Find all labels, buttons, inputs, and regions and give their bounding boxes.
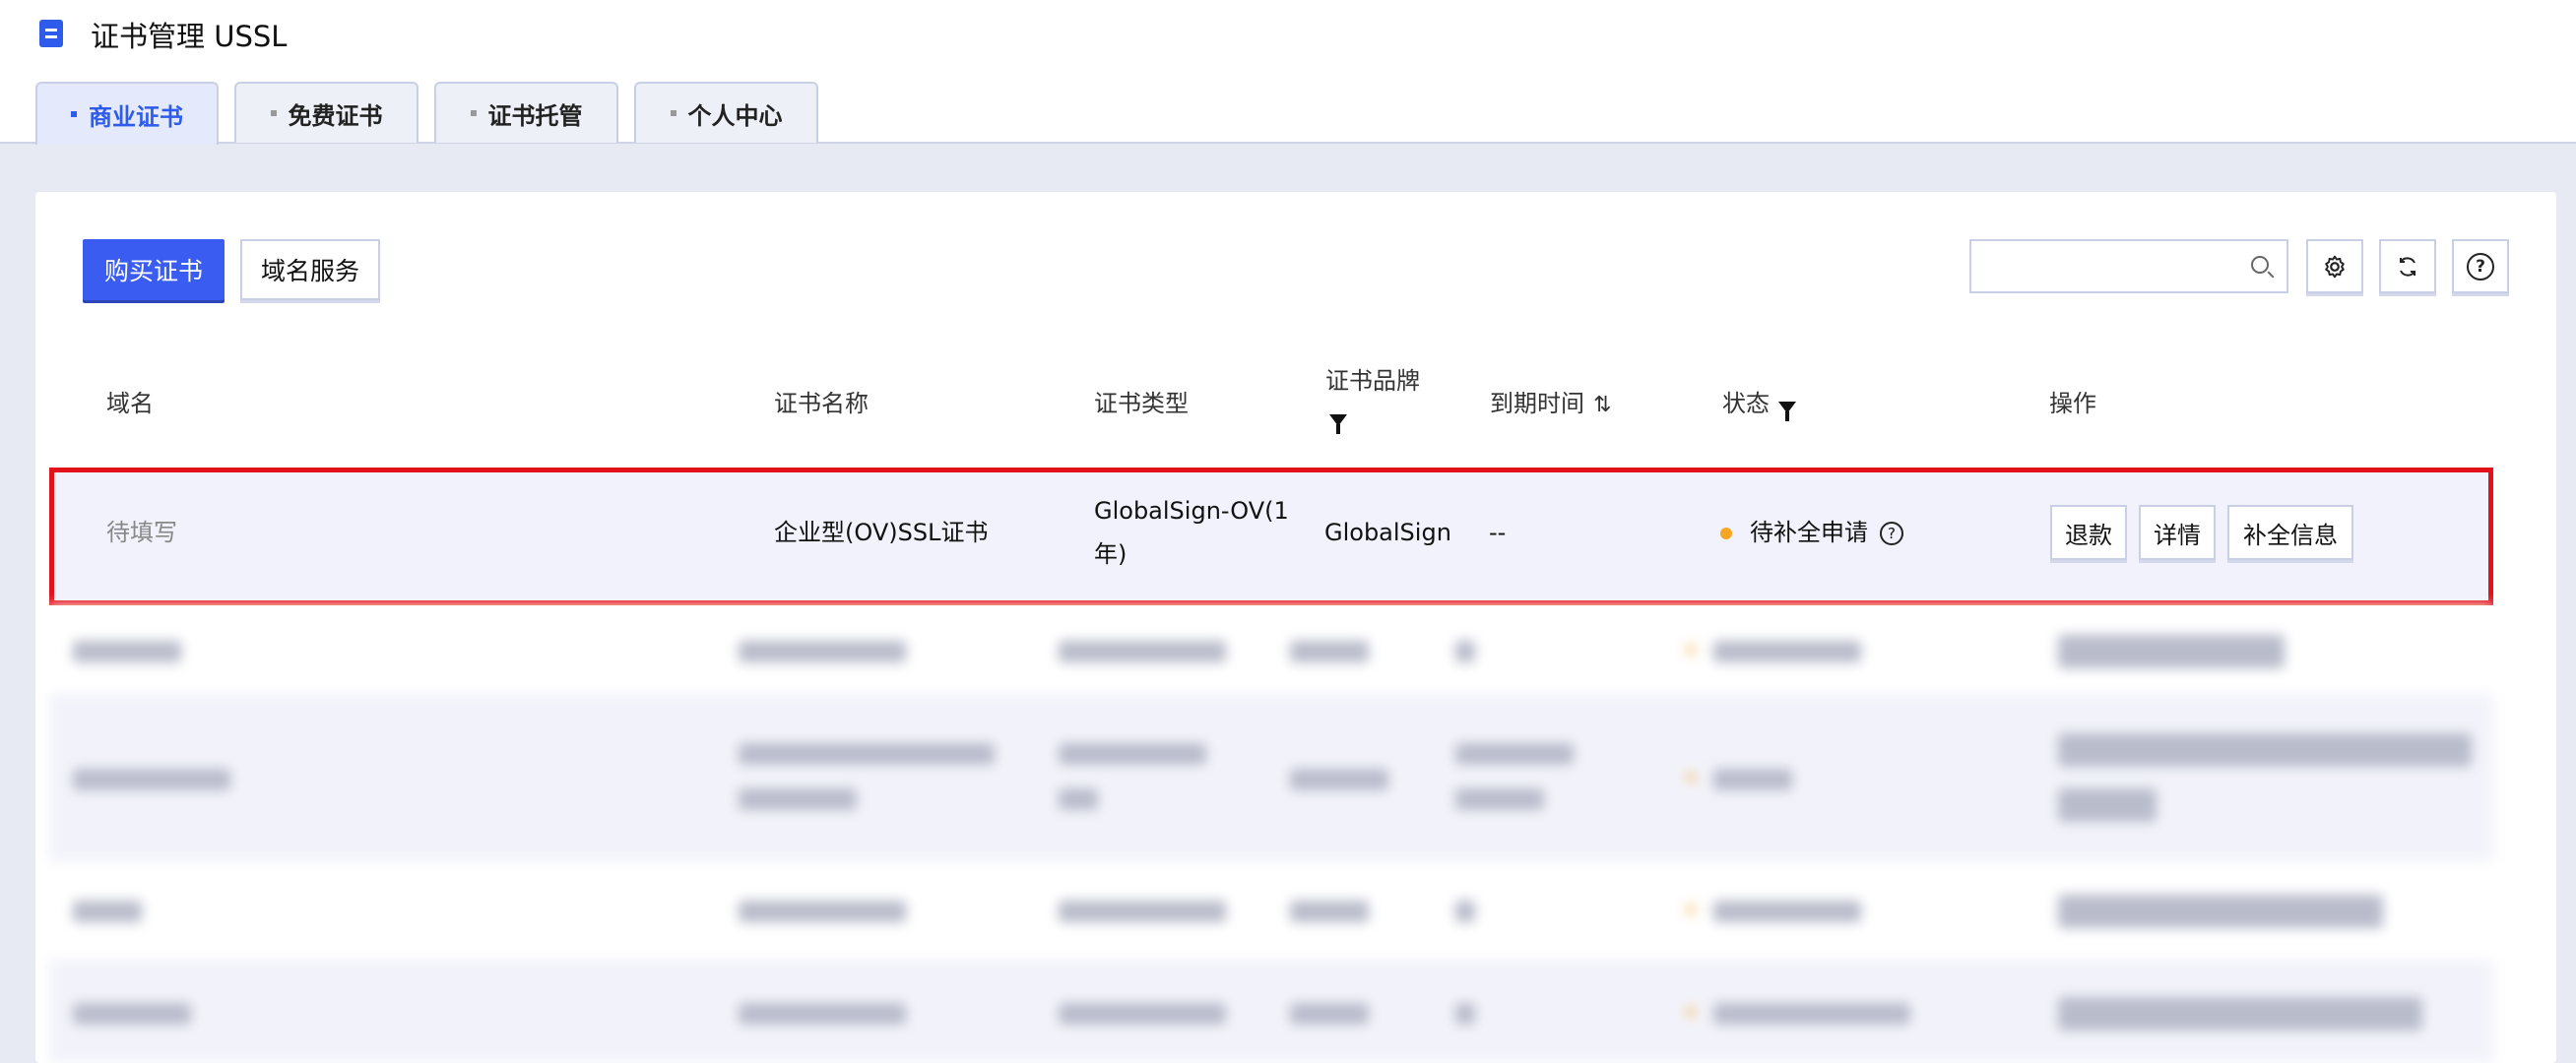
cell-status: 待补全申请?: [1720, 511, 1903, 554]
table-row: [49, 861, 2493, 960]
tab-dot-icon: [71, 111, 77, 117]
tab-cert-hosting[interactable]: 证书托管: [434, 82, 618, 143]
buy-cert-button[interactable]: 购买证书: [83, 239, 225, 300]
refresh-icon: [2400, 256, 2415, 277]
tab-dot-icon: [270, 110, 277, 116]
tab-label: 证书托管: [487, 101, 583, 130]
complete-info-button[interactable]: 补全信息: [2227, 505, 2353, 560]
column-header-brand: 证书品牌: [1325, 367, 1420, 395]
blurred-table-rows: [49, 605, 2493, 1063]
content-panel: 购买证书 域名服务 ? 域名 证书名称 证书类型 证书品牌 到期时间 ⇅ 状态 …: [35, 192, 2556, 1063]
column-header-expiry: 到期时间: [1490, 390, 1584, 417]
help-button[interactable]: ?: [2452, 239, 2509, 293]
column-header-status: 状态: [1722, 390, 1770, 417]
gear-icon: [2325, 255, 2345, 278]
column-header-status-cell: 状态: [1722, 384, 1797, 421]
table-row: [49, 694, 2493, 861]
filter-icon: [1329, 413, 1347, 434]
refund-button[interactable]: 退款: [2050, 505, 2127, 560]
status-dot-icon: [1720, 528, 1732, 539]
brand-filter[interactable]: [1329, 409, 1420, 434]
search-icon: [2251, 256, 2269, 274]
domain-service-button[interactable]: 域名服务: [240, 239, 380, 300]
cell-cert-name: 企业型(OV)SSL证书: [774, 519, 989, 546]
refresh-button[interactable]: [2379, 239, 2436, 293]
tab-label: 免费证书: [288, 101, 383, 130]
sort-icon[interactable]: ⇅: [1593, 393, 1611, 417]
column-header-domain: 域名: [106, 390, 154, 417]
tab-personal-center[interactable]: 个人中心: [634, 82, 818, 143]
column-header-cert-name: 证书名称: [774, 390, 869, 417]
filter-icon[interactable]: [1778, 401, 1797, 421]
details-button[interactable]: 详情: [2139, 505, 2216, 560]
column-header-cert-type: 证书类型: [1094, 390, 1189, 417]
page-title: 证书管理 USSL: [91, 20, 288, 53]
settings-button[interactable]: [2306, 239, 2363, 293]
status-text: 待补全申请: [1750, 519, 1868, 546]
help-icon[interactable]: ?: [1880, 522, 1903, 545]
tab-dot-icon: [470, 110, 477, 116]
table-row: [49, 960, 2493, 1063]
cert-type-line: GlobalSign-OV(1: [1094, 497, 1289, 525]
column-header-expiry-cell: 到期时间 ⇅: [1490, 384, 1612, 418]
certificate-icon: [39, 20, 63, 47]
tab-label: 商业证书: [89, 102, 183, 131]
cell-brand: GlobalSign: [1324, 519, 1451, 546]
tab-commercial-cert[interactable]: 商业证书: [35, 82, 219, 145]
tab-dot-icon: [670, 110, 676, 116]
cert-type-line: 年): [1094, 540, 1127, 568]
column-header-brand-cell: 证书品牌: [1325, 361, 1420, 434]
column-header-actions: 操作: [2049, 390, 2096, 417]
top-bar: 证书管理 USSL 商业证书 免费证书 证书托管 个人中心: [0, 0, 2576, 145]
cell-cert-type: GlobalSign-OV(1 年): [1094, 489, 1289, 576]
search-input[interactable]: [1969, 239, 2288, 293]
cell-expiry: --: [1489, 519, 1507, 546]
tab-free-cert[interactable]: 免费证书: [234, 82, 419, 143]
help-icon: ?: [2467, 252, 2494, 281]
table-row: [49, 605, 2493, 694]
tab-label: 个人中心: [687, 101, 783, 130]
cell-domain: 待填写: [106, 519, 177, 546]
